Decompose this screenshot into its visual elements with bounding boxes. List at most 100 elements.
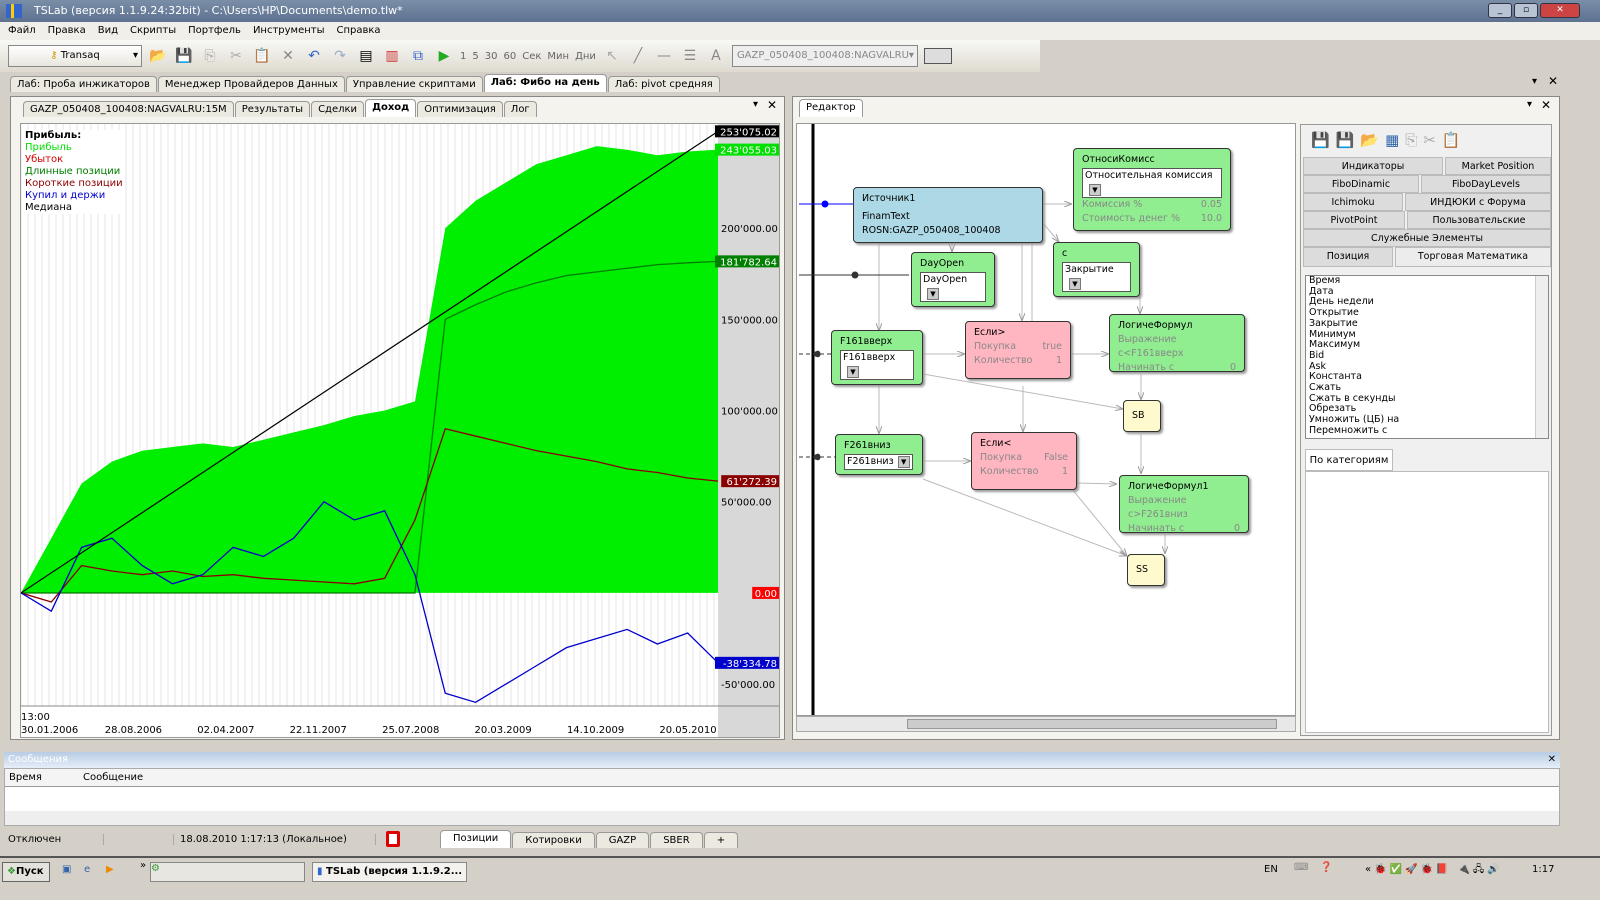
interval-5[interactable]: 5 <box>472 51 478 62</box>
doc-tab[interactable]: Лаб: Фибо на день <box>483 74 607 92</box>
category-tab[interactable]: Индикаторы <box>1303 157 1443 175</box>
element-list-item[interactable]: Максимум <box>1309 340 1548 351</box>
category-tab[interactable]: Пользовательские <box>1407 211 1551 229</box>
col-message[interactable]: Сообщение <box>83 769 143 787</box>
category-tab[interactable]: Служебные Элементы <box>1303 229 1551 247</box>
minimize-button[interactable]: _ <box>1488 3 1512 18</box>
paste-icon[interactable]: 📋 <box>1442 131 1461 149</box>
unit-day[interactable]: Дни <box>575 51 596 62</box>
help-icon[interactable]: ❓ <box>1320 862 1332 873</box>
menu-tools[interactable]: Инструменты <box>253 22 325 40</box>
category-tab[interactable]: Ichimoku <box>1303 193 1403 211</box>
cut-icon[interactable]: ✂ <box>226 46 246 66</box>
text-tool-icon[interactable]: A <box>706 46 726 66</box>
menu-scripts[interactable]: Скрипты <box>130 22 176 40</box>
tab-editor[interactable]: Редактор <box>799 99 863 117</box>
node-source[interactable]: Источник1 FinamText ROSN:GAZP_050408_1004… <box>853 187 1043 243</box>
hline-tool-icon[interactable]: — <box>654 46 674 66</box>
node-logic-formula-1[interactable]: ЛогичеФормул1 Выражение с>F261вниз Начинат… <box>1119 475 1249 534</box>
tab-menu-icon[interactable]: ▾ <box>753 99 758 110</box>
interval-60[interactable]: 60 <box>503 51 516 62</box>
paste-icon[interactable]: 📋 <box>252 46 272 66</box>
more-icon[interactable]: » <box>140 860 146 871</box>
symbol-select[interactable]: GAZP_050408_100408:NAGVALRU ▾ <box>731 45 918 67</box>
status-tab[interactable]: GAZP <box>595 832 650 848</box>
category-tab[interactable]: ИНДЮКИ с Форума <box>1405 193 1551 211</box>
results-tab[interactable]: Лог <box>503 101 537 117</box>
tray-icons[interactable]: «🐞✅🚀🐞📕 🔌🖧🔊 <box>1365 862 1503 879</box>
media-icon[interactable]: ▶ <box>106 864 114 875</box>
menu-help[interactable]: Справка <box>337 22 381 40</box>
node-dayopen[interactable]: DayOpen DayOpen ▼ <box>911 252 995 307</box>
element-list-item[interactable]: Закрытие <box>1309 318 1548 330</box>
status-tab[interactable]: + <box>703 832 739 848</box>
unit-sec[interactable]: Сек <box>522 51 541 62</box>
fibo-tool-icon[interactable]: ☰ <box>680 46 700 66</box>
save-icon[interactable]: 💾 <box>174 46 194 66</box>
menu-portfolio[interactable]: Портфель <box>188 22 241 40</box>
cut-icon[interactable]: ✂ <box>1423 131 1436 149</box>
category-tab[interactable]: FiboDinamic <box>1303 175 1419 193</box>
element-list-item[interactable]: Bid <box>1309 350 1548 362</box>
connection-indicator[interactable] <box>386 831 400 847</box>
language-indicator[interactable]: EN <box>1264 864 1278 875</box>
category-tab[interactable]: Торговая Математика <box>1395 247 1551 267</box>
properties-icon[interactable]: ▤ <box>356 46 376 66</box>
copy-icon[interactable]: ⎘ <box>200 46 220 66</box>
node-if-less[interactable]: Если< Покупка False Количество 1 <box>971 432 1077 490</box>
element-list-item[interactable]: Перемножить с <box>1309 425 1548 437</box>
commission-select[interactable]: Относительная комиссия ▼ <box>1082 168 1222 198</box>
close-icon[interactable]: ✕ <box>1548 752 1556 768</box>
node-ss[interactable]: SS <box>1127 554 1165 586</box>
menu-edit[interactable]: Правка <box>48 22 86 40</box>
element-list-item[interactable]: Время <box>1309 276 1548 287</box>
open-icon[interactable]: 📂 <box>148 46 168 66</box>
tab-by-category[interactable]: По категориям <box>1305 449 1393 471</box>
list-scrollbar[interactable] <box>1535 276 1548 438</box>
doc-tab[interactable]: Лаб: Проба инжикаторов <box>10 76 157 92</box>
element-list[interactable]: Время Дата День недели Открытие Закрытие Мини… <box>1305 275 1549 439</box>
node-f161[interactable]: F161вверх F161вверх ▼ <box>831 330 923 385</box>
close-button[interactable]: ✕ <box>1540 3 1580 18</box>
close-icon[interactable]: ✕ <box>1548 74 1558 88</box>
category-tab[interactable]: PivotPoint <box>1303 211 1405 229</box>
close-icon[interactable]: ✕ <box>1541 98 1551 112</box>
unit-min[interactable]: Мин <box>547 51 569 62</box>
doc-tab[interactable]: Менеджер Провайдеров Данных <box>157 76 345 92</box>
desktop-icon[interactable]: ▣ <box>62 864 71 875</box>
tab-menu-icon[interactable]: ▾ <box>1527 99 1532 110</box>
interval-1[interactable]: 1 <box>460 51 466 62</box>
node-close[interactable]: с Закрытие ▼ <box>1053 242 1140 297</box>
horizontal-scrollbar[interactable] <box>796 716 1296 732</box>
node-f261[interactable]: F261вниз F261вниз ▼ <box>835 434 923 475</box>
run-icon[interactable]: ▶ <box>434 46 454 66</box>
results-tab[interactable]: Доход <box>365 99 417 117</box>
scheme-canvas[interactable]: Источник1 FinamText ROSN:GAZP_050408_1004… <box>796 123 1296 716</box>
chart-icon[interactable]: ▥ <box>382 46 402 66</box>
messages-scrollbar[interactable] <box>5 811 1559 825</box>
undo-icon[interactable]: ↶ <box>304 46 324 66</box>
col-time[interactable]: Время <box>9 769 42 787</box>
results-tab[interactable]: Результаты <box>234 101 311 117</box>
grid-icon[interactable]: ▦ <box>1385 131 1399 149</box>
category-tab[interactable]: Market Position <box>1445 157 1551 175</box>
doc-tab[interactable]: Управление скриптами <box>345 76 483 92</box>
status-tab[interactable]: Котировки <box>512 832 595 848</box>
dayopen-select[interactable]: DayOpen ▼ <box>920 272 986 302</box>
close-icon[interactable]: ✕ <box>767 98 777 112</box>
doc-tab[interactable]: Лаб: pivot средняя <box>607 76 720 92</box>
results-tab[interactable]: Оптимизация <box>417 101 503 117</box>
save-icon[interactable]: 💾 <box>1311 131 1330 149</box>
node-sb[interactable]: SB <box>1123 400 1161 432</box>
delete-icon[interactable]: ✕ <box>278 46 298 66</box>
tab-menu-icon[interactable]: ▾ <box>1532 76 1537 87</box>
close-select[interactable]: Закрытие ▼ <box>1062 262 1131 292</box>
open-icon[interactable]: 📂 <box>1360 131 1379 149</box>
cursor-icon[interactable]: ↖ <box>602 46 622 66</box>
scheme-icon[interactable]: ⧉ <box>408 46 428 66</box>
taskbar-item-tslab[interactable]: ▮ TSLab (версия 1.1.9.2... <box>312 862 467 882</box>
redo-icon[interactable]: ↷ <box>330 46 350 66</box>
status-tab[interactable]: Позиции <box>440 830 512 848</box>
interval-30[interactable]: 30 <box>485 51 498 62</box>
provider-select[interactable]: ⚷ Transaq ▾ <box>8 45 142 67</box>
